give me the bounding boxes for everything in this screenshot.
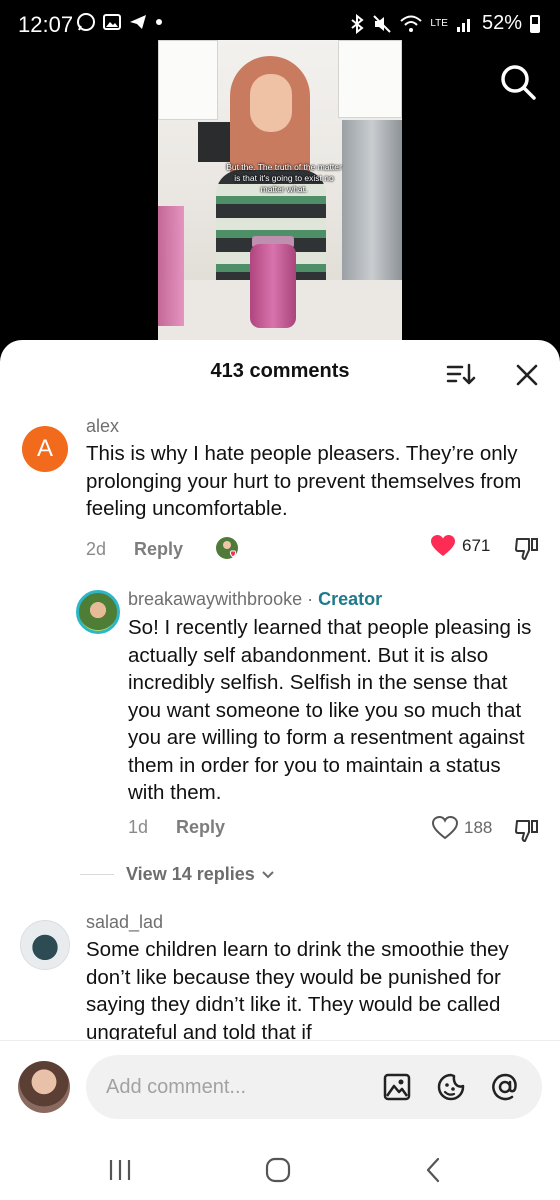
- sort-icon[interactable]: [446, 362, 476, 388]
- signal-icon: [456, 18, 470, 32]
- video-player[interactable]: But the. The truth of the matter is that…: [158, 40, 402, 340]
- video-caption: But the. The truth of the matter is that…: [226, 162, 342, 194]
- comment-item: salad_lad Some children learn to drink t…: [0, 906, 560, 1046]
- reply-text: So! I recently learned that people pleas…: [128, 616, 532, 804]
- bluetooth-icon: [351, 13, 364, 34]
- telegram-icon: [130, 15, 146, 29]
- comment-input[interactable]: [106, 1055, 376, 1119]
- battery-percent: 52%: [481, 12, 522, 34]
- creator-liked-icon: [216, 537, 239, 559]
- mute-icon: [373, 14, 392, 33]
- creator-avatar[interactable]: [76, 590, 120, 634]
- comment-item: A alex This is why I hate people pleaser…: [0, 410, 560, 570]
- close-icon[interactable]: [514, 362, 540, 388]
- kitchen-cabinet: [158, 40, 218, 120]
- user-avatar[interactable]: [18, 1061, 70, 1113]
- username-separator: ·: [307, 589, 314, 609]
- reply-item: breakawaywithbrooke · Creator So! I rece…: [0, 584, 560, 844]
- dot-icon: [156, 19, 162, 25]
- emoji-icon[interactable]: [436, 1072, 466, 1102]
- reply-button[interactable]: Reply: [134, 539, 183, 560]
- wifi-icon: [400, 15, 423, 32]
- reply-button[interactable]: Reply: [176, 817, 225, 838]
- comment-text: Some children learn to drink the smoothi…: [86, 938, 509, 1044]
- reply-meta: 1d Reply: [128, 817, 225, 838]
- status-time: 12:07: [18, 12, 74, 37]
- fridge: [342, 120, 402, 290]
- heart-outline-icon[interactable]: [432, 816, 458, 840]
- search-icon[interactable]: [498, 62, 538, 102]
- reply-age: 1d: [128, 817, 149, 837]
- mention-icon[interactable]: [490, 1072, 520, 1102]
- avatar[interactable]: [20, 920, 70, 970]
- avatar-letter: A: [36, 435, 53, 462]
- dislike-icon[interactable]: [514, 536, 540, 562]
- comment-meta: 2d Reply: [86, 535, 245, 563]
- avatar[interactable]: A: [22, 426, 68, 472]
- comment-text: This is why I hate people pleasers. They…: [86, 442, 522, 520]
- like-count: 188: [464, 818, 493, 837]
- notification-icons: [76, 12, 164, 32]
- like-group: 188: [432, 816, 492, 840]
- gallery-icon: [103, 14, 121, 30]
- reply-username[interactable]: breakawaywithbrooke: [128, 589, 302, 609]
- like-count: 671: [462, 536, 491, 555]
- network-label: LTE: [430, 17, 448, 29]
- microwave: [198, 122, 234, 162]
- comment-input-bar: [0, 1040, 560, 1140]
- comment-count: 413 comments: [210, 360, 350, 382]
- comment-input-container[interactable]: [86, 1055, 542, 1119]
- smoothie-cup: [158, 206, 184, 326]
- chevron-down-icon: [262, 870, 274, 878]
- person-face: [250, 74, 292, 132]
- comments-header: 413 comments: [0, 340, 560, 404]
- replies-divider: [80, 874, 114, 875]
- creator-badge: Creator: [318, 589, 383, 609]
- system-nav-bar: [0, 1140, 560, 1200]
- battery-icon: [530, 14, 540, 33]
- recent-apps-icon[interactable]: [100, 1150, 140, 1190]
- home-icon[interactable]: [258, 1150, 298, 1190]
- comment-username[interactable]: alex: [86, 416, 119, 437]
- view-replies-button[interactable]: View 14 replies: [80, 864, 275, 885]
- reply-username-line: breakawaywithbrooke · Creator: [128, 589, 382, 610]
- like-group: 671: [430, 534, 490, 558]
- kitchen-cabinet: [338, 40, 402, 118]
- view-replies-label: View 14 replies: [126, 864, 255, 884]
- dislike-icon[interactable]: [514, 818, 540, 844]
- whatsapp-icon: [77, 13, 95, 31]
- comment-username[interactable]: salad_lad: [86, 912, 163, 933]
- smoothie-jar: [250, 244, 296, 328]
- heart-filled-icon[interactable]: [430, 534, 456, 558]
- comment-age: 2d: [86, 538, 107, 559]
- system-icons: LTE 52%: [350, 12, 540, 35]
- image-icon[interactable]: [382, 1072, 412, 1102]
- back-icon[interactable]: [414, 1150, 454, 1190]
